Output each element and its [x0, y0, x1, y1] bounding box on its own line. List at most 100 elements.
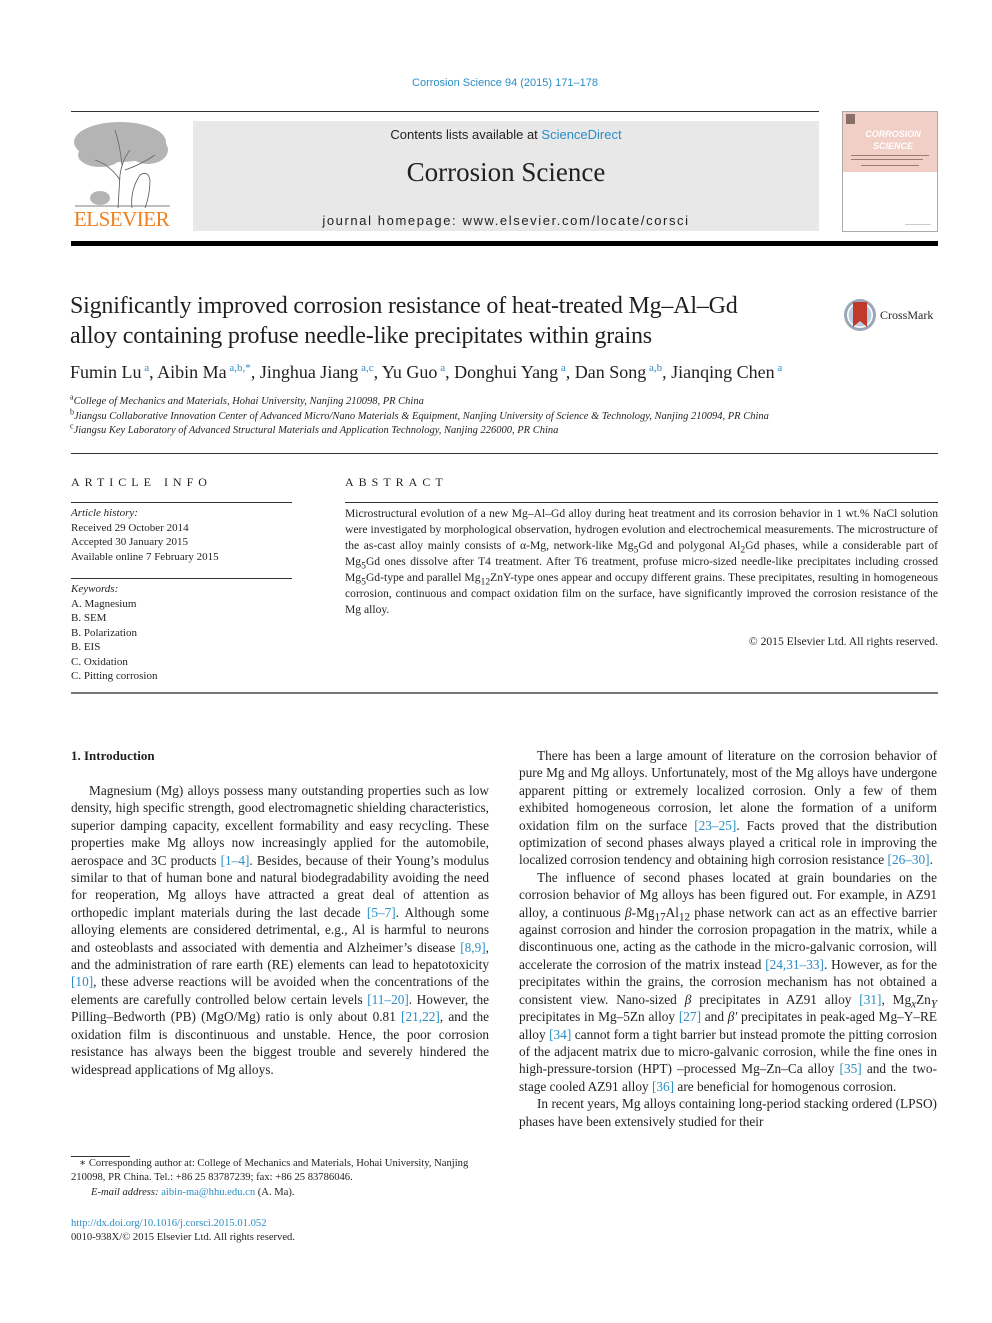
doi-link[interactable]: http://dx.doi.org/10.1016/j.corsci.2015.…	[71, 1217, 491, 1231]
text-run: -Mg	[631, 904, 655, 920]
cover-footer-line	[905, 224, 931, 225]
citation-link[interactable]: [1–4]	[221, 853, 250, 868]
abstract-copyright: © 2015 Elsevier Ltd. All rights reserved…	[748, 635, 938, 648]
abstract-rule	[345, 502, 938, 503]
body-column-right: There has been a large amount of literat…	[519, 747, 937, 1130]
paragraph: In recent years, Mg alloys containing lo…	[519, 1095, 937, 1130]
text-run: and	[701, 1009, 728, 1025]
affiliation-item: aCollege of Mechanics and Materials, Hoh…	[70, 393, 950, 410]
doi-block: http://dx.doi.org/10.1016/j.corsci.2015.…	[71, 1217, 491, 1246]
author-affiliation-marker[interactable]: a	[437, 362, 445, 374]
citation-link[interactable]: [35]	[840, 1061, 862, 1076]
corresponding-author-note: ∗ Corresponding author at: College of Me…	[71, 1158, 469, 1184]
affiliation-text: College of Mechanics and Materials, Hoha…	[73, 396, 424, 407]
text-run: are beneficial for homogenous corrosion.	[674, 1078, 897, 1094]
abstract-segment: Gd-type and parallel Mg	[365, 571, 481, 584]
homepage-prefix: journal homepage:	[322, 213, 463, 228]
journal-cover-thumbnail[interactable]: CORROSION SCIENCE	[842, 111, 938, 232]
cover-title-line2: SCIENCE	[872, 141, 913, 151]
crossmark-label: CrossMark	[880, 308, 934, 322]
history-received: Received 29 October 2014	[71, 521, 189, 534]
citation-link[interactable]: [36]	[652, 1079, 674, 1094]
cover-text-line	[851, 155, 929, 156]
crossmark-icon	[844, 299, 876, 331]
front-matter-rule	[71, 692, 938, 694]
email-link[interactable]: aibin-ma@hhu.edu.cn	[161, 1187, 255, 1198]
elsevier-logo[interactable]: ELSEVIER	[70, 120, 173, 232]
email-note: E-mail address: aibin-ma@hhu.edu.cn (A. …	[71, 1186, 491, 1200]
citation-link[interactable]: [10]	[71, 974, 93, 989]
header-rule	[71, 111, 819, 112]
abstract-segment: Gd and polygonal Al	[638, 539, 741, 552]
article-title-line2: alloy containing profuse needle-like pre…	[70, 323, 652, 349]
citation-link[interactable]: [31]	[859, 992, 881, 1007]
citation-link[interactable]: [23–25]	[694, 818, 736, 833]
cover-title: CORROSION SCIENCE	[849, 128, 937, 152]
article-info-heading: ARTICLE INFO	[71, 475, 212, 489]
article-title-line1: Significantly improved corrosion resista…	[70, 293, 738, 319]
affiliation-item: cJiangsu Key Laboratory of Advanced Stru…	[70, 422, 950, 439]
author-name[interactable]: Jianqing Chen	[671, 362, 775, 382]
affiliation-item: bJiangsu Collaborative Innovation Center…	[70, 408, 950, 425]
cover-banner: CORROSION SCIENCE	[843, 112, 937, 172]
keyword-item: B. SEM	[71, 612, 107, 624]
citation-link[interactable]: [11–20]	[367, 992, 409, 1007]
author-affiliation-marker[interactable]: a	[558, 362, 566, 374]
contents-line: Contents lists available at ScienceDirec…	[193, 127, 819, 142]
author-name[interactable]: Yu Guo	[382, 362, 438, 382]
article-info-rule	[71, 578, 292, 579]
keyword-item: C. Pitting corrosion	[71, 670, 158, 682]
section-rule	[71, 453, 938, 454]
crossmark-button[interactable]: CrossMark	[843, 297, 943, 333]
author-separator: ,	[565, 362, 575, 382]
author-separator: ,	[149, 362, 158, 382]
affiliation-text: Jiangsu Key Laboratory of Advanced Struc…	[73, 425, 559, 436]
history-online: Available online 7 February 2015	[71, 550, 219, 563]
citation-link[interactable]: [8,9]	[460, 940, 485, 955]
author-name[interactable]: Fumin Lu	[70, 362, 142, 382]
email-label: E-mail address:	[91, 1186, 162, 1198]
author-affiliation-marker[interactable]: a,b,*	[227, 362, 250, 374]
journal-citation-link[interactable]: Corrosion Science 94 (2015) 171–178	[0, 77, 992, 89]
email-suffix: (A. Ma).	[255, 1186, 295, 1198]
author-affiliation-marker[interactable]: a,b	[646, 362, 662, 374]
text-run: In recent years, Mg alloys containing lo…	[519, 1096, 937, 1129]
keywords-label: Keywords:	[71, 583, 119, 595]
section-heading-introduction: 1. Introduction	[71, 748, 155, 763]
author-name[interactable]: Jinghua Jiang	[260, 362, 359, 382]
history-label: Article history:	[71, 507, 138, 519]
citation-link[interactable]: [27]	[679, 1009, 701, 1024]
keyword-item: C. Oxidation	[71, 655, 128, 668]
sciencedirect-link[interactable]: ScienceDirect	[541, 127, 621, 142]
text-run: precipitates in Mg–5Zn alloy	[519, 1009, 679, 1025]
text-run: Zn	[916, 991, 931, 1007]
text-run: Al	[665, 904, 679, 920]
history-accepted: Accepted 30 January 2015	[71, 536, 188, 549]
journal-homepage: journal homepage: www.elsevier.com/locat…	[193, 213, 819, 228]
paragraph: Magnesium (Mg) alloys possess many outst…	[71, 782, 489, 1078]
body-column-left: Magnesium (Mg) alloys possess many outst…	[71, 782, 489, 1078]
author-name[interactable]: Donghui Yang	[454, 362, 558, 382]
author-separator: ,	[662, 362, 672, 382]
author-separator: ,	[373, 362, 382, 382]
citation-link[interactable]: [26–30]	[888, 852, 930, 867]
citation-link[interactable]: [34]	[549, 1027, 571, 1042]
author-separator: ,	[250, 362, 260, 382]
author-name[interactable]: Aibin Ma	[157, 362, 227, 382]
greek-symbol: β′	[727, 1009, 738, 1025]
author-affiliation-marker[interactable]: a	[775, 362, 782, 374]
citation-link[interactable]: [21,22]	[401, 1009, 440, 1024]
citation-link[interactable]: [24,31–33]	[765, 957, 824, 972]
paragraph: There has been a large amount of literat…	[519, 747, 937, 869]
article-info-rule	[71, 502, 292, 503]
article-title: Significantly improved corrosion resista…	[70, 291, 830, 351]
author-name[interactable]: Dan Song	[575, 362, 647, 382]
elsevier-wordmark: ELSEVIER	[73, 207, 170, 231]
homepage-link[interactable]: www.elsevier.com/locate/corsci	[462, 213, 689, 228]
author-affiliation-marker[interactable]: a,c	[358, 362, 374, 374]
journal-masthead: Contents lists available at ScienceDirec…	[193, 121, 819, 231]
citation-link[interactable]: [5–7]	[367, 905, 396, 920]
author-affiliation-marker[interactable]: a	[142, 362, 149, 374]
header-thick-rule	[71, 241, 938, 246]
abstract-heading: ABSTRACT	[345, 475, 448, 489]
